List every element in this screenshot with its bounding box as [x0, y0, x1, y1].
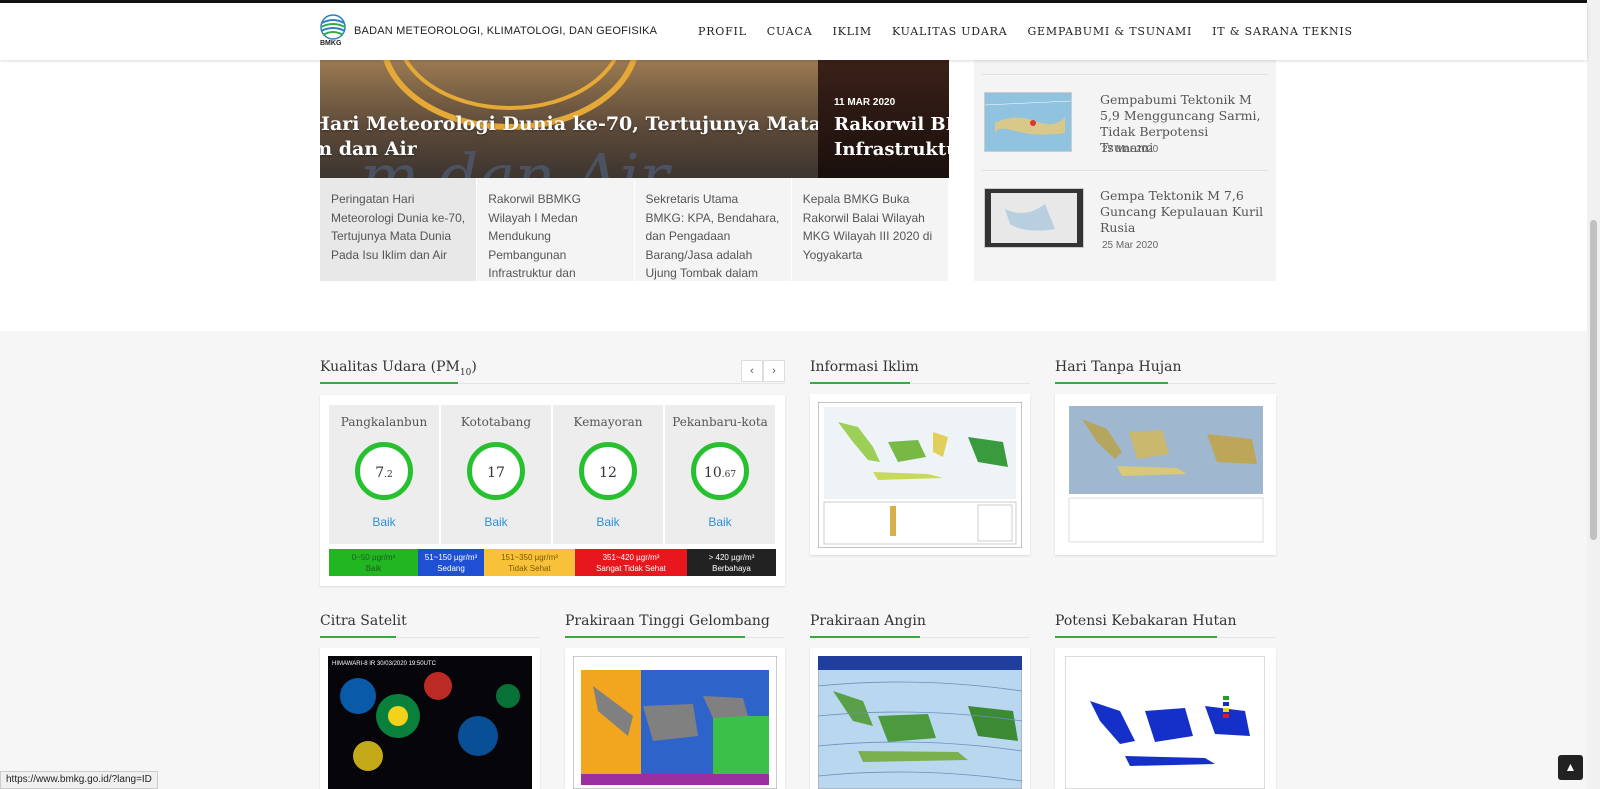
- org-name[interactable]: BADAN METEOROLOGI, KLIMATOLOGI, DAN GEOF…: [354, 25, 657, 37]
- iklim-map-card[interactable]: [810, 394, 1030, 555]
- station-kototabang[interactable]: Kototabang 17 Baik: [441, 405, 551, 544]
- divider: [982, 170, 1268, 171]
- nav-kualitas-udara[interactable]: KUALITAS UDARA: [892, 25, 1008, 38]
- pm10-gauge: 10.67: [691, 442, 749, 500]
- caption-item[interactable]: Sekretaris Utama BMKG: KPA, Bendahara, d…: [635, 178, 792, 281]
- site-header: BMKG BADAN METEOROLOGI, KLIMATOLOGI, DAN…: [0, 3, 1587, 60]
- station-name: Kototabang: [460, 415, 532, 429]
- title-underline: [1055, 636, 1217, 638]
- title-underline: [810, 636, 920, 638]
- wind-card[interactable]: [810, 648, 1030, 789]
- station-name: Kemayoran: [573, 415, 643, 429]
- info-section: [0, 331, 1587, 789]
- caption-item[interactable]: Peringatan Hari Meteorologi Dunia ke-70,…: [320, 178, 478, 281]
- climate-map-image[interactable]: [818, 402, 1022, 548]
- station-pangkalanbun[interactable]: Pangkalanbun 7.2 Baik: [329, 405, 439, 544]
- side-news-item[interactable]: Gempabumi Tektonik M 5,9 Mengguncang Sar…: [984, 92, 1268, 162]
- caption-item[interactable]: Kepala BMKG Buka Rakorwil Balai Wilayah …: [792, 178, 949, 281]
- title-underline: [810, 382, 910, 384]
- pm10-gauge: 17: [467, 442, 525, 500]
- hero-title[interactable]: Rakorwil BBMKG Infrastruktur: [834, 112, 949, 162]
- station-kemayoran[interactable]: Kemayoran 12 Baik: [553, 405, 663, 544]
- side-news-date: 27 Mar 2020: [1102, 144, 1159, 155]
- back-to-top-icon[interactable]: ▲: [1558, 755, 1583, 780]
- section-title-kebakaran: Potensi Kebakaran Hutan: [1055, 613, 1237, 629]
- station-status[interactable]: Baik: [553, 515, 663, 529]
- satellite-card[interactable]: HIMAWARI-8 IR 30/03/2020 19:50UTC: [320, 648, 540, 789]
- hero-slide-next[interactable]: 11 MAR 2020 Rakorwil BBMKG Infrastruktur: [818, 60, 949, 178]
- title-underline: [320, 636, 396, 638]
- legend-berbahaya: > 420 µgr/m³ Berbahaya: [687, 549, 776, 576]
- hero-date: 11 MAR 2020: [834, 97, 896, 108]
- vertical-scrollbar[interactable]: [1587, 0, 1600, 789]
- side-news-title[interactable]: Gempa Tektonik M 7,6 Guncang Kepulauan K…: [1100, 188, 1265, 236]
- section-title-satelit: Citra Satelit: [320, 613, 407, 629]
- pm10-gauge: 12: [579, 442, 637, 500]
- legend-sangat-tidak-sehat: 351~420 µgr/m³ Sangat Tidak Sehat: [575, 549, 687, 576]
- title-underline: [320, 382, 458, 384]
- fire-card[interactable]: [1055, 648, 1276, 789]
- legend-tidak-sehat: 151~350 µgr/m³ Tidak Sehat: [484, 549, 575, 576]
- news-thumbnail[interactable]: [984, 92, 1072, 152]
- next-arrow-icon[interactable]: ›: [763, 360, 785, 382]
- satellite-stamp: HIMAWARI-8 IR 30/03/2020 19:50UTC: [332, 661, 437, 667]
- side-news-item[interactable]: Gempa Tektonik M 7,6 Guncang Kepulauan K…: [984, 188, 1268, 258]
- satellite-image[interactable]: HIMAWARI-8 IR 30/03/2020 19:50UTC: [328, 656, 532, 789]
- section-title-angin: Prakiraan Angin: [810, 613, 926, 629]
- bmkg-logo[interactable]: BMKG: [318, 14, 348, 50]
- nav-cuaca[interactable]: CUACA: [767, 25, 813, 38]
- wind-forecast-image[interactable]: [818, 656, 1022, 789]
- station-name: Pekanbaru-kota: [672, 415, 768, 429]
- wave-forecast-image[interactable]: [573, 656, 777, 789]
- section-title-iklim: Informasi Iklim: [810, 359, 919, 375]
- nav-it-sarana[interactable]: IT & SARANA TEKNIS: [1212, 25, 1353, 38]
- prev-arrow-icon[interactable]: ‹: [741, 360, 763, 382]
- title-underline: [565, 636, 745, 638]
- station-pekanbaru[interactable]: Pekanbaru-kota 10.67 Baik: [665, 405, 775, 544]
- nav-iklim[interactable]: IKLIM: [832, 25, 871, 38]
- dry-days-map-image[interactable]: [1067, 404, 1265, 546]
- divider: [982, 74, 1268, 75]
- logo-text: BMKG: [320, 40, 342, 47]
- main-nav: PROFIL CUACA IKLIM KUALITAS UDARA GEMPAB…: [698, 25, 1373, 38]
- scrollbar-thumb[interactable]: [1590, 220, 1597, 540]
- legend-sedang: 51~150 µgr/m³ Sedang: [418, 549, 484, 576]
- section-title-hth: Hari Tanpa Hujan: [1055, 359, 1182, 375]
- pm10-gauge: 7.2: [355, 442, 413, 500]
- hero-slide-active[interactable]: m dan Air Hari Meteorologi Dunia ke-70, …: [320, 60, 818, 178]
- section-title-gelombang: Prakiraan Tinggi Gelombang: [565, 613, 770, 629]
- caption-item[interactable]: Rakorwil BBMKG Wilayah I Medan Mendukung…: [477, 178, 635, 281]
- hero-title[interactable]: Hari Meteorologi Dunia ke-70, Tertujunya…: [320, 112, 818, 162]
- wave-card[interactable]: [565, 648, 785, 789]
- air-quality-title: Kualitas Udara (PM10): [320, 359, 477, 378]
- station-status[interactable]: Baik: [441, 515, 551, 529]
- station-status[interactable]: Baik: [329, 515, 439, 529]
- station-status[interactable]: Baik: [665, 515, 775, 529]
- side-news: Gempabumi Tektonik M 5,9 Mengguncang Sar…: [974, 60, 1276, 281]
- side-news-date: 25 Mar 2020: [1102, 240, 1159, 251]
- legend-baik: 0~50 µgr/m³ Baik: [329, 549, 418, 576]
- nav-gempabumi[interactable]: GEMPABUMI & TSUNAMI: [1027, 25, 1192, 38]
- title-underline: [1055, 382, 1168, 384]
- hth-map-card[interactable]: [1055, 394, 1276, 555]
- fire-risk-map-image[interactable]: [1065, 656, 1265, 789]
- nav-profil[interactable]: PROFIL: [698, 25, 747, 38]
- status-bar-url: https://www.bmkg.go.id/?lang=ID: [0, 771, 158, 789]
- news-thumbnail[interactable]: [984, 188, 1084, 248]
- hero-captions: Peringatan Hari Meteorologi Dunia ke-70,…: [320, 178, 949, 281]
- station-name: Pangkalanbun: [340, 415, 428, 429]
